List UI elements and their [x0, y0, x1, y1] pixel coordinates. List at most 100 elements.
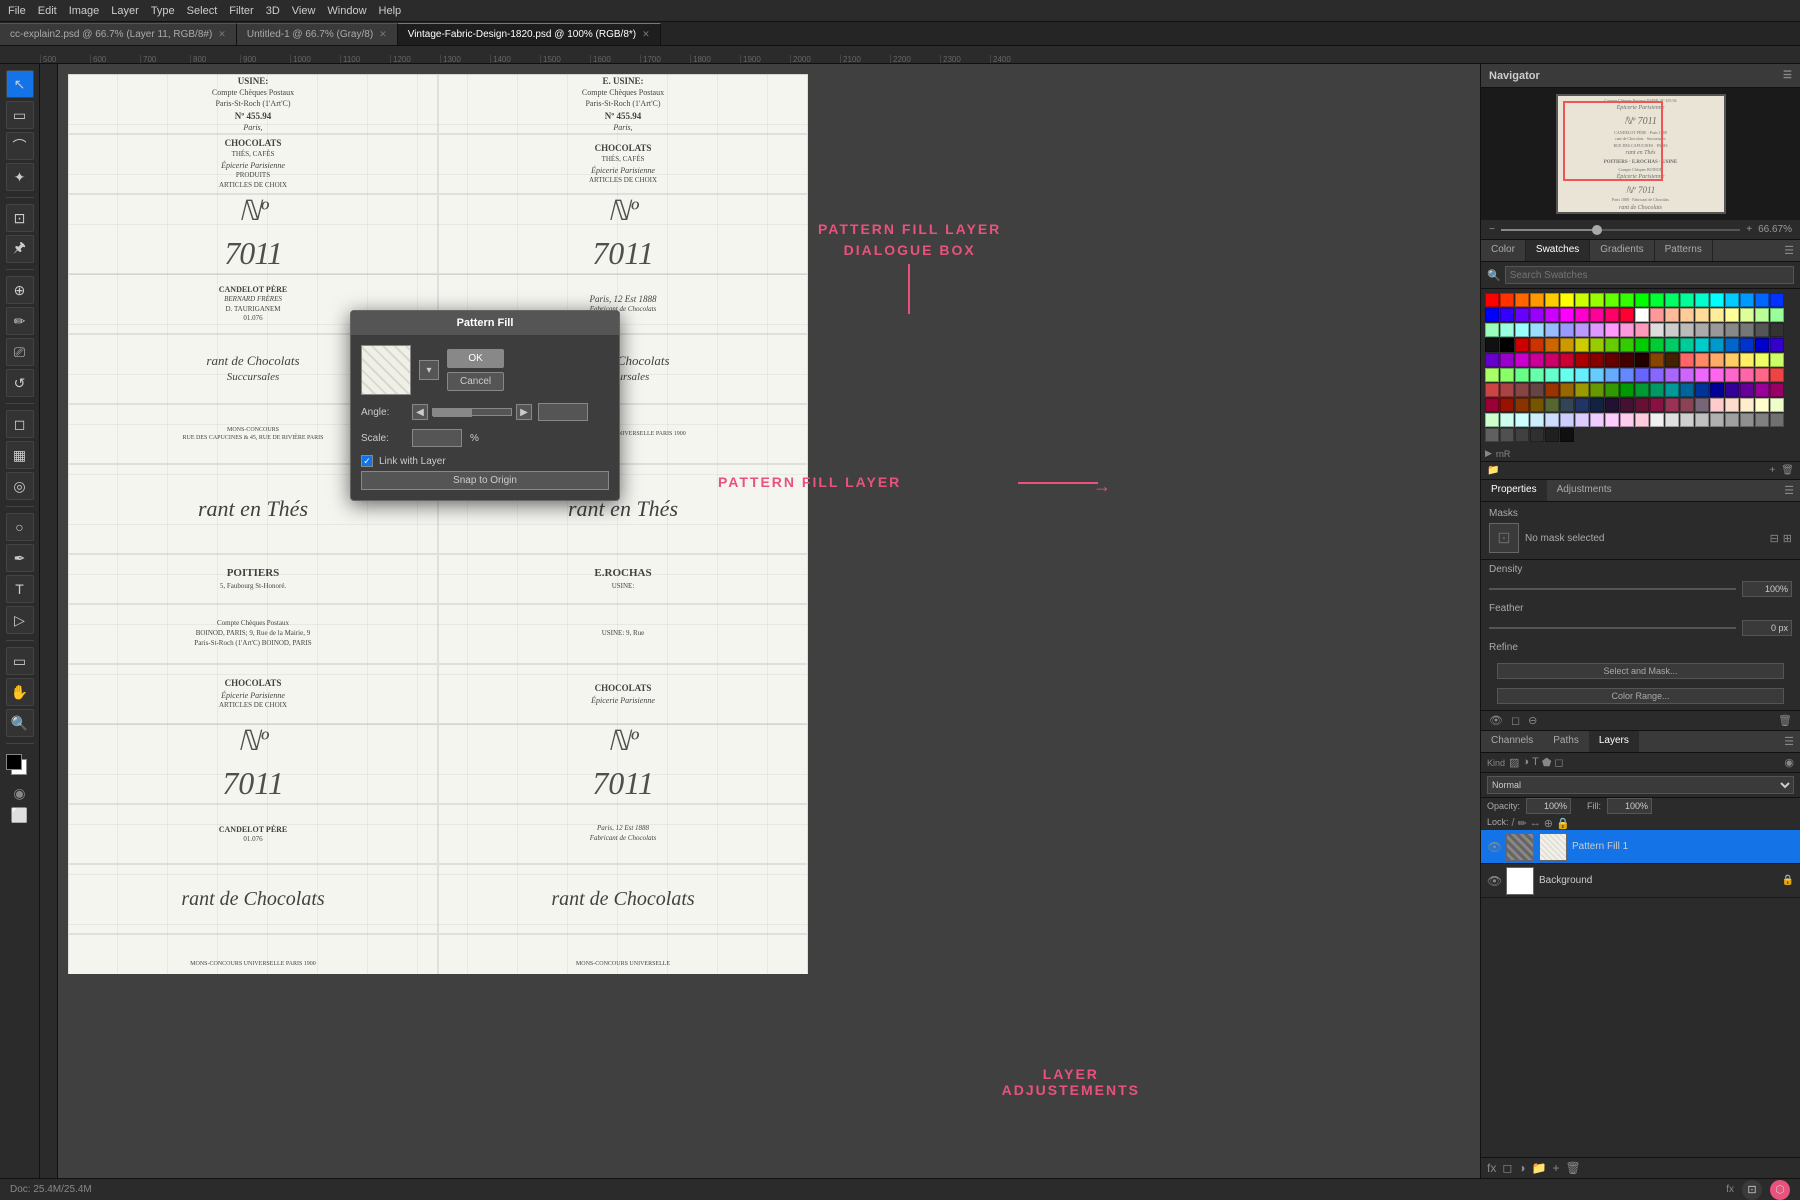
- swatch-color[interactable]: [1665, 338, 1679, 352]
- swatch-color[interactable]: [1680, 353, 1694, 367]
- pen-tool[interactable]: ✒: [6, 544, 34, 572]
- tab-patterns[interactable]: Patterns: [1655, 240, 1713, 261]
- density-slider[interactable]: [1489, 588, 1736, 590]
- swatch-color[interactable]: [1590, 308, 1604, 322]
- swatch-color[interactable]: [1770, 398, 1784, 412]
- dialog-angle-increase[interactable]: ▶: [516, 404, 532, 420]
- opacity-input[interactable]: [1526, 798, 1571, 814]
- swatch-color[interactable]: [1515, 308, 1529, 322]
- swatch-color[interactable]: [1635, 338, 1649, 352]
- swatch-color[interactable]: [1680, 323, 1694, 337]
- layers-panel-menu[interactable]: ☰: [1778, 731, 1800, 752]
- swatch-color[interactable]: [1515, 428, 1529, 442]
- swatch-color[interactable]: [1725, 413, 1739, 427]
- layer-adjustment-add-icon[interactable]: ◑: [1518, 1161, 1525, 1175]
- swatch-color[interactable]: [1515, 338, 1529, 352]
- swatch-color[interactable]: [1485, 398, 1499, 412]
- menu-edit[interactable]: Edit: [38, 5, 57, 17]
- lock-artboard-icon[interactable]: ⊕: [1544, 817, 1553, 830]
- swatch-color[interactable]: [1665, 368, 1679, 382]
- swatch-color[interactable]: [1770, 353, 1784, 367]
- swatch-color[interactable]: [1725, 353, 1739, 367]
- swatch-color[interactable]: [1605, 368, 1619, 382]
- swatch-color[interactable]: [1635, 293, 1649, 307]
- swatch-color[interactable]: [1575, 383, 1589, 397]
- swatch-color[interactable]: [1755, 353, 1769, 367]
- tab-vintage-fabric[interactable]: Vintage-Fabric-Design-1820.psd @ 100% (R…: [398, 23, 661, 45]
- swatch-color[interactable]: [1725, 383, 1739, 397]
- swatch-color[interactable]: [1650, 398, 1664, 412]
- swatch-color[interactable]: [1560, 428, 1574, 442]
- swatch-color[interactable]: [1695, 308, 1709, 322]
- swatch-color[interactable]: [1635, 323, 1649, 337]
- swatch-color[interactable]: [1650, 293, 1664, 307]
- swatch-color[interactable]: [1725, 368, 1739, 382]
- close-tab-vintage[interactable]: ✕: [642, 29, 650, 40]
- swatch-color[interactable]: [1545, 323, 1559, 337]
- dialog-angle-input[interactable]: 0: [538, 403, 588, 421]
- mask-delete-icon[interactable]: 🗑: [1778, 714, 1792, 727]
- feather-slider[interactable]: [1489, 627, 1736, 629]
- dialog-cancel-btn[interactable]: Cancel: [447, 372, 504, 391]
- kind-adjustment-icon[interactable]: ◑: [1522, 756, 1529, 769]
- menu-3d[interactable]: 3D: [266, 5, 280, 17]
- swatch-color[interactable]: [1650, 308, 1664, 322]
- swatch-color[interactable]: [1545, 338, 1559, 352]
- swatch-color[interactable]: [1560, 308, 1574, 322]
- dialog-angle-decrease[interactable]: ◀: [412, 404, 428, 420]
- swatch-color[interactable]: [1605, 353, 1619, 367]
- kind-shape-icon[interactable]: ⬟: [1542, 756, 1552, 769]
- swatch-color[interactable]: [1545, 398, 1559, 412]
- swatch-color[interactable]: [1755, 308, 1769, 322]
- zoom-slider[interactable]: [1501, 229, 1740, 231]
- swatch-color[interactable]: [1695, 413, 1709, 427]
- swatch-color[interactable]: [1710, 323, 1724, 337]
- menu-filter[interactable]: Filter: [229, 5, 253, 17]
- swatch-color[interactable]: [1740, 383, 1754, 397]
- dialog-angle-slider[interactable]: [432, 408, 512, 416]
- swatch-color[interactable]: [1770, 383, 1784, 397]
- swatch-color[interactable]: [1590, 398, 1604, 412]
- swatch-color[interactable]: [1740, 368, 1754, 382]
- swatch-color[interactable]: [1755, 323, 1769, 337]
- lock-all-icon[interactable]: 🔒: [1556, 817, 1570, 830]
- swatch-color[interactable]: [1575, 293, 1589, 307]
- tab-gradients[interactable]: Gradients: [1590, 240, 1654, 261]
- zoom-in-icon[interactable]: +: [1746, 224, 1752, 235]
- swatch-color[interactable]: [1695, 353, 1709, 367]
- swatch-color[interactable]: [1665, 353, 1679, 367]
- swatch-color[interactable]: [1575, 323, 1589, 337]
- swatch-color[interactable]: [1695, 368, 1709, 382]
- menu-select[interactable]: Select: [187, 5, 218, 17]
- swatch-color[interactable]: [1605, 383, 1619, 397]
- swatch-color[interactable]: [1770, 293, 1784, 307]
- swatch-color[interactable]: [1710, 383, 1724, 397]
- menu-image[interactable]: Image: [69, 5, 100, 17]
- swatch-color[interactable]: [1590, 353, 1604, 367]
- zoom-out-icon[interactable]: −: [1489, 224, 1495, 235]
- lock-image-icon[interactable]: ✏: [1518, 817, 1527, 830]
- swatch-color[interactable]: [1680, 398, 1694, 412]
- tab-swatches[interactable]: Swatches: [1526, 240, 1590, 261]
- swatch-color[interactable]: [1605, 293, 1619, 307]
- swatch-color[interactable]: [1515, 323, 1529, 337]
- layer-group-icon[interactable]: 📁: [1532, 1161, 1547, 1175]
- swatch-color[interactable]: [1590, 413, 1604, 427]
- swatch-color[interactable]: [1560, 413, 1574, 427]
- swatch-color[interactable]: [1575, 353, 1589, 367]
- dialog-scale-input[interactable]: 100: [412, 429, 462, 447]
- swatch-color[interactable]: [1740, 398, 1754, 412]
- swatch-color[interactable]: [1710, 353, 1724, 367]
- tab-adjustments[interactable]: Adjustments: [1547, 480, 1622, 501]
- layer-visibility-bg[interactable]: 👁: [1487, 874, 1501, 888]
- swatch-color[interactable]: [1620, 368, 1634, 382]
- kind-pixel-icon[interactable]: ▨: [1509, 756, 1519, 769]
- filter-toggle-icon[interactable]: ◉: [1784, 756, 1794, 769]
- swatch-color[interactable]: [1665, 308, 1679, 322]
- tab-properties[interactable]: Properties: [1481, 480, 1547, 501]
- menu-layer[interactable]: Layer: [111, 5, 139, 17]
- swatch-color[interactable]: [1680, 338, 1694, 352]
- swatch-color[interactable]: [1710, 413, 1724, 427]
- brush-tool[interactable]: ✏: [6, 307, 34, 335]
- swatch-color[interactable]: [1710, 338, 1724, 352]
